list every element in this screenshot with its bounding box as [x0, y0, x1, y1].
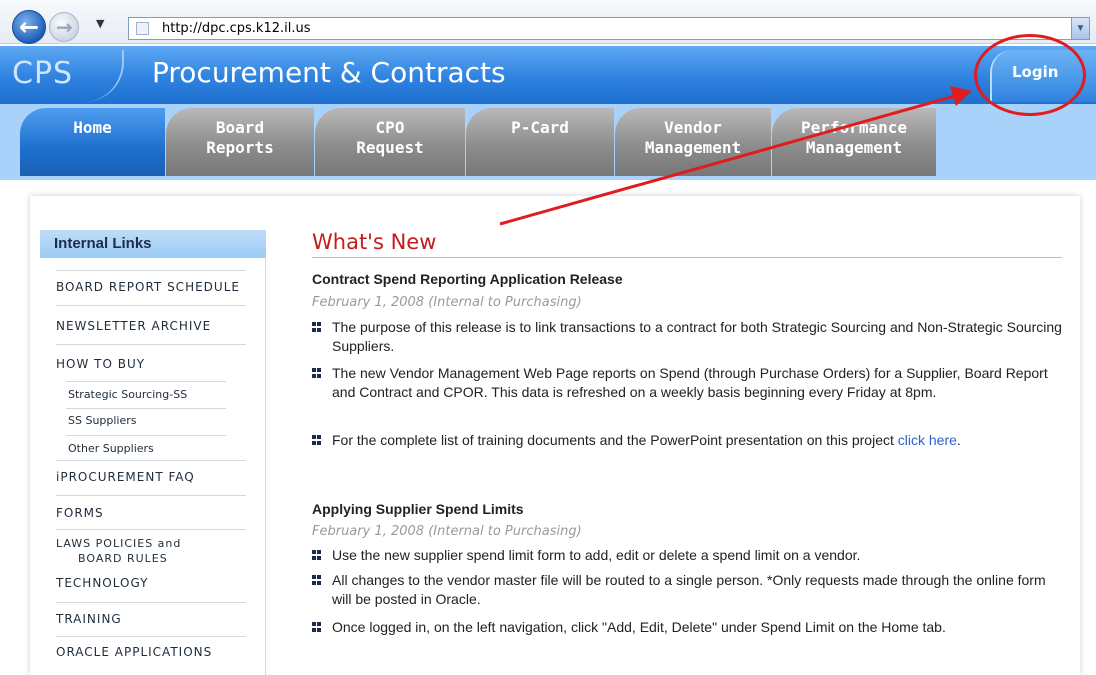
article-bullet: The purpose of this release is to link t…	[312, 318, 1068, 356]
tab-vendor-management[interactable]: Vendor Management	[615, 108, 771, 176]
sidebar-item-how-to-buy[interactable]: HOW TO BUY	[56, 357, 145, 371]
sidebar-divider	[56, 529, 246, 530]
tab-cpo-request-line2: Request	[356, 138, 424, 157]
article-title: Contract Spend Reporting Application Rel…	[312, 271, 623, 287]
sidebar-item-forms[interactable]: FORMS	[56, 506, 104, 520]
sidebar-divider	[66, 381, 226, 382]
forward-button[interactable]: →	[49, 12, 79, 42]
sidebar-subitem-ss-suppliers[interactable]: SS Suppliers	[68, 414, 137, 427]
tab-cpo-request-line1: CPO	[375, 118, 405, 137]
tab-vendor-management-line1: Vendor	[664, 118, 722, 137]
sidebar-subitem-other-suppliers[interactable]: Other Suppliers	[68, 442, 154, 455]
tab-cpo-request[interactable]: CPO Request	[315, 108, 465, 176]
link-trailing-period: .	[956, 432, 961, 448]
article-date: February 1, 2008 (Internal to Purchasing…	[312, 524, 582, 539]
bullet-icon	[312, 368, 322, 378]
sidebar-divider	[66, 408, 226, 409]
sidebar-header: Internal Links	[40, 230, 266, 258]
tab-home[interactable]: Home	[20, 108, 165, 176]
article-bullet: Once logged in, on the left navigation, …	[312, 618, 1068, 637]
sidebar-item-newsletter-archive[interactable]: NEWSLETTER ARCHIVE	[56, 319, 211, 333]
sidebar-divider	[66, 435, 226, 436]
cps-logo[interactable]: CPS	[8, 50, 124, 102]
article-bullet: Use the new supplier spend limit form to…	[312, 546, 1068, 565]
sidebar-item-board-report-schedule[interactable]: BOARD REPORT SCHEDULE	[56, 280, 240, 294]
article-bullet: All changes to the vendor master file wi…	[312, 571, 1068, 609]
forward-arrow-icon: →	[56, 15, 73, 39]
sidebar-divider	[56, 602, 246, 603]
tab-vendor-management-line2: Management	[644, 138, 742, 157]
address-url[interactable]: http://dpc.cps.k12.il.us	[162, 21, 310, 36]
address-bar[interactable]: http://dpc.cps.k12.il.us ▼	[128, 17, 1090, 40]
bullet-text: Once logged in, on the left navigation, …	[332, 619, 946, 635]
history-dropdown-icon[interactable]: ▼	[96, 17, 104, 30]
article-title: Applying Supplier Spend Limits	[312, 501, 524, 517]
bullet-icon	[312, 575, 322, 585]
tab-p-card[interactable]: P-Card	[466, 108, 614, 176]
cps-logo-text: CPS	[12, 56, 74, 91]
address-dropdown-icon[interactable]: ▼	[1071, 18, 1089, 39]
sidebar-divider	[56, 495, 246, 496]
site-title: Procurement & Contracts	[152, 56, 506, 89]
sidebar-heading: Internal Links	[54, 235, 152, 252]
sidebar: Internal Links BOARD REPORT SCHEDULE NEW…	[40, 230, 266, 675]
bullet-icon	[312, 435, 322, 445]
bullet-icon	[312, 550, 322, 560]
login-highlight-circle	[974, 34, 1086, 116]
click-here-link[interactable]: click here	[898, 432, 957, 448]
bullet-text: Use the new supplier spend limit form to…	[332, 547, 861, 563]
article-bullet: The new Vendor Management Web Page repor…	[312, 364, 1068, 402]
article-bullet: For the complete list of training docume…	[312, 431, 1068, 450]
tab-p-card-label: P-Card	[511, 118, 569, 137]
back-arrow-icon: ←	[19, 13, 40, 41]
tab-performance-management-line1: Performance	[801, 118, 907, 137]
tab-home-label: Home	[73, 118, 112, 137]
tab-performance-management[interactable]: Performance Management	[772, 108, 936, 176]
whats-new-heading: What's New	[312, 230, 437, 254]
bullet-text: All changes to the vendor master file wi…	[332, 572, 1046, 607]
sidebar-subitem-strategic-sourcing[interactable]: Strategic Sourcing-SS	[68, 388, 187, 401]
sidebar-divider	[56, 270, 246, 271]
bullet-text: The purpose of this release is to link t…	[332, 319, 1062, 354]
back-button[interactable]: ←	[12, 10, 46, 44]
bullet-icon	[312, 622, 322, 632]
browser-toolbar: ← → ▼ http://dpc.cps.k12.il.us ▼	[0, 0, 1096, 44]
sidebar-item-iprocurement-faq[interactable]: iPROCUREMENT FAQ	[56, 470, 195, 484]
sidebar-item-training[interactable]: TRAINING	[56, 612, 122, 626]
sidebar-divider	[56, 636, 246, 637]
bullet-text: The new Vendor Management Web Page repor…	[332, 365, 1048, 400]
page-icon	[136, 22, 149, 35]
tab-performance-management-line2: Management	[805, 138, 903, 157]
sidebar-divider	[56, 344, 246, 345]
sidebar-item-technology[interactable]: TECHNOLOGY	[56, 576, 148, 590]
tab-board-reports-line2: Reports	[206, 138, 274, 157]
heading-rule	[312, 257, 1062, 258]
sidebar-item-laws-policies[interactable]: LAWS POLICIES and	[56, 537, 181, 550]
tab-board-reports[interactable]: Board Reports	[166, 108, 314, 176]
sidebar-item-board-rules[interactable]: BOARD RULES	[78, 552, 168, 565]
page: ← → ▼ http://dpc.cps.k12.il.us ▼ CPS Pro…	[0, 0, 1096, 675]
sidebar-divider	[56, 460, 246, 461]
bullet-text: For the complete list of training docume…	[332, 432, 894, 448]
bullet-icon	[312, 322, 322, 332]
site-header: CPS Procurement & Contracts Login	[0, 46, 1096, 104]
article-date: February 1, 2008 (Internal to Purchasing…	[312, 295, 582, 310]
tab-board-reports-line1: Board	[215, 118, 265, 137]
sidebar-item-oracle-applications[interactable]: ORACLE APPLICATIONS	[56, 645, 212, 659]
sidebar-divider	[56, 305, 246, 306]
